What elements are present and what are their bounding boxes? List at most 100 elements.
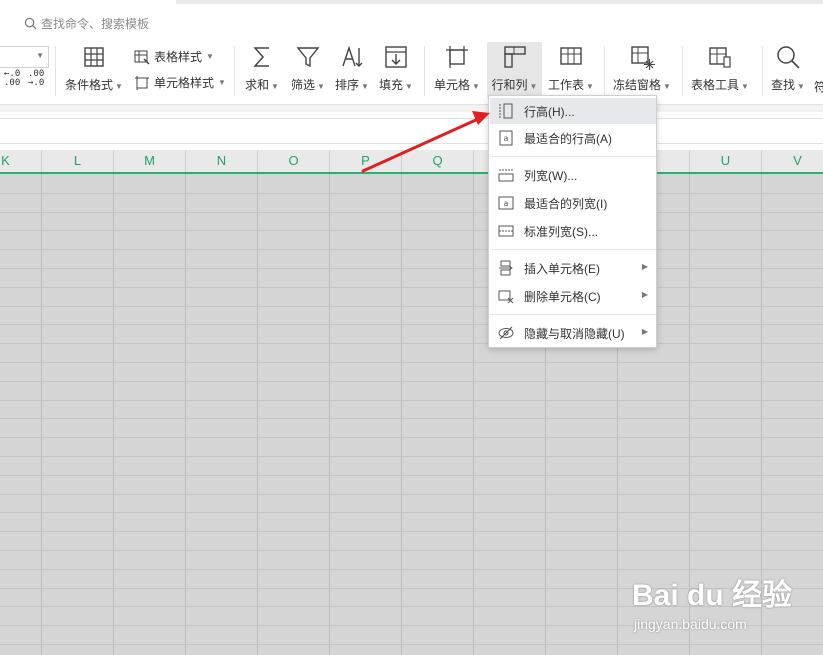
baidu-watermark: Bai du 经验 jingyan.baidu.com	[632, 568, 822, 638]
table-tools-icon	[709, 47, 731, 68]
grid-column-line	[401, 174, 402, 655]
column-header-l[interactable]: L	[42, 150, 114, 172]
menu-item-label: 最适合的列宽(I)	[524, 196, 608, 211]
grid-column-line	[113, 174, 114, 655]
column-header-k[interactable]: K	[0, 150, 42, 172]
menu-item-row-height[interactable]: 行高(H)...	[490, 98, 656, 124]
table-tools-label: 表格工具	[691, 78, 740, 92]
column-header-n[interactable]: N	[186, 150, 258, 172]
symbol-label: 符	[814, 80, 823, 94]
freeze-panes-label: 冻结窗格	[613, 78, 662, 92]
worksheet-button[interactable]: 工作表 ▼	[546, 42, 596, 98]
worksheet-label: 工作表	[548, 78, 585, 92]
conditional-format-icon	[84, 47, 104, 67]
grid-column-line	[329, 174, 330, 655]
grid-row-line	[0, 550, 823, 551]
column-header-p[interactable]: P	[330, 150, 402, 172]
table-tools-button[interactable]: 表格工具 ▼	[690, 42, 750, 98]
row-col-button[interactable]: 行和列 ▼	[487, 42, 542, 98]
grid-row-line	[0, 531, 823, 532]
grid-column-line	[473, 174, 474, 655]
find-button[interactable]: 查找 ▼	[768, 42, 808, 98]
grid-column-line	[41, 174, 42, 655]
sigma-icon	[253, 47, 269, 67]
menu-item-label: 插入单元格(E)	[524, 261, 600, 276]
menu-item-standard-width[interactable]: 标准列宽(S)...	[490, 218, 656, 244]
sum-label: 求和	[245, 78, 270, 92]
grid-row-line	[0, 287, 823, 288]
decrease-decimal-button[interactable]: .00 →.0	[28, 70, 44, 88]
grid-row-line	[0, 437, 823, 438]
grid-row-line	[0, 230, 823, 231]
cell-style-icon	[135, 75, 149, 90]
grid-row-line	[0, 475, 823, 476]
grid-row-line	[0, 324, 823, 325]
row-col-dropdown-menu: 行高(H)... a 最适合的行高(A) 列宽(W)... a 最适合的列宽(I…	[488, 95, 657, 348]
cell-icon	[446, 46, 468, 68]
column-header-row: KLMNOPQRSTUV	[0, 150, 823, 174]
ribbon-divider	[55, 46, 56, 96]
column-header-m[interactable]: M	[114, 150, 186, 172]
fill-button[interactable]: 填充 ▼	[376, 42, 416, 98]
font-size-select[interactable]: ▼	[0, 46, 49, 68]
freeze-panes-button[interactable]: 冻结窗格 ▼	[612, 42, 672, 98]
best-fit-column-icon: a	[498, 196, 514, 210]
search-placeholder: 查找命令、搜索模板	[41, 16, 150, 31]
submenu-arrow-icon: ▶	[641, 262, 648, 271]
ribbon-divider	[604, 46, 605, 96]
menu-item-delete-cells[interactable]: 删除单元格(C) ▶	[490, 283, 656, 309]
menu-item-label: 列宽(W)...	[524, 168, 578, 183]
menu-separator	[490, 156, 656, 157]
top-bar: 查找命令、搜索模板	[0, 0, 823, 38]
conditional-format-button[interactable]: 条件格式 ▼	[64, 42, 124, 98]
grid-row-line	[0, 494, 823, 495]
menu-item-hide-unhide[interactable]: 隐藏与取消隐藏(U) ▶	[490, 320, 656, 346]
grid-row-line	[0, 400, 823, 401]
grid-row-line	[0, 644, 823, 645]
grid-row-line	[0, 268, 823, 269]
conditional-format-label: 条件格式	[65, 78, 114, 92]
sort-button[interactable]: 排序 ▼	[332, 42, 372, 98]
filter-button[interactable]: 筛选 ▼	[288, 42, 328, 98]
menu-item-insert-cells[interactable]: 插入单元格(E) ▶	[490, 255, 656, 281]
submenu-arrow-icon: ▶	[641, 290, 648, 299]
menu-separator	[490, 249, 656, 250]
menu-item-best-fit-row[interactable]: a 最适合的行高(A)	[490, 125, 656, 151]
cell-style-button[interactable]: 单元格样式 ▼	[134, 74, 226, 91]
grid-row-line	[0, 418, 823, 419]
row-height-icon	[499, 103, 513, 119]
command-search[interactable]: 查找命令、搜索模板	[24, 14, 149, 32]
sort-label: 排序	[335, 78, 360, 92]
cell-style-label: 单元格样式	[154, 76, 215, 90]
cell-button[interactable]: 单元格 ▼	[432, 42, 482, 98]
ribbon-divider	[234, 46, 235, 96]
table-style-label: 表格样式	[154, 50, 203, 64]
row-col-label: 行和列	[491, 78, 528, 92]
column-header-u[interactable]: U	[690, 150, 762, 172]
grid-row-line	[0, 193, 823, 194]
hide-unhide-icon	[498, 326, 514, 340]
table-style-icon	[134, 50, 150, 65]
formula-input[interactable]	[0, 118, 823, 144]
delete-cells-icon	[498, 290, 514, 304]
fill-down-icon	[385, 46, 407, 68]
sort-icon	[342, 45, 363, 67]
standard-width-icon	[498, 225, 514, 237]
increase-decimal-button[interactable]: ←.0.00	[4, 70, 20, 88]
column-header-q[interactable]: Q	[402, 150, 474, 172]
sum-button[interactable]: 求和 ▼	[242, 42, 282, 98]
menu-item-label: 标准列宽(S)...	[524, 224, 598, 239]
menu-item-column-width[interactable]: 列宽(W)...	[490, 162, 656, 188]
grid-row-line	[0, 512, 823, 513]
funnel-icon	[296, 47, 320, 68]
ribbon-toolbar: ▼ ←.0.00 .00 →.0 条件格式 ▼ 表格样式 ▼ 单元格样式 ▼ 求和 ▼ 筛…	[0, 38, 823, 104]
grid-column-line	[257, 174, 258, 655]
worksheet-icon	[560, 47, 582, 65]
column-header-o[interactable]: O	[258, 150, 330, 172]
symbol-button[interactable]: 符	[814, 78, 823, 95]
column-header-v[interactable]: V	[762, 150, 823, 172]
menu-item-best-fit-column[interactable]: a 最适合的列宽(I)	[490, 190, 656, 216]
formula-bar[interactable]	[0, 112, 823, 150]
column-width-icon	[498, 169, 514, 182]
table-style-button[interactable]: 表格样式 ▼	[134, 48, 214, 65]
